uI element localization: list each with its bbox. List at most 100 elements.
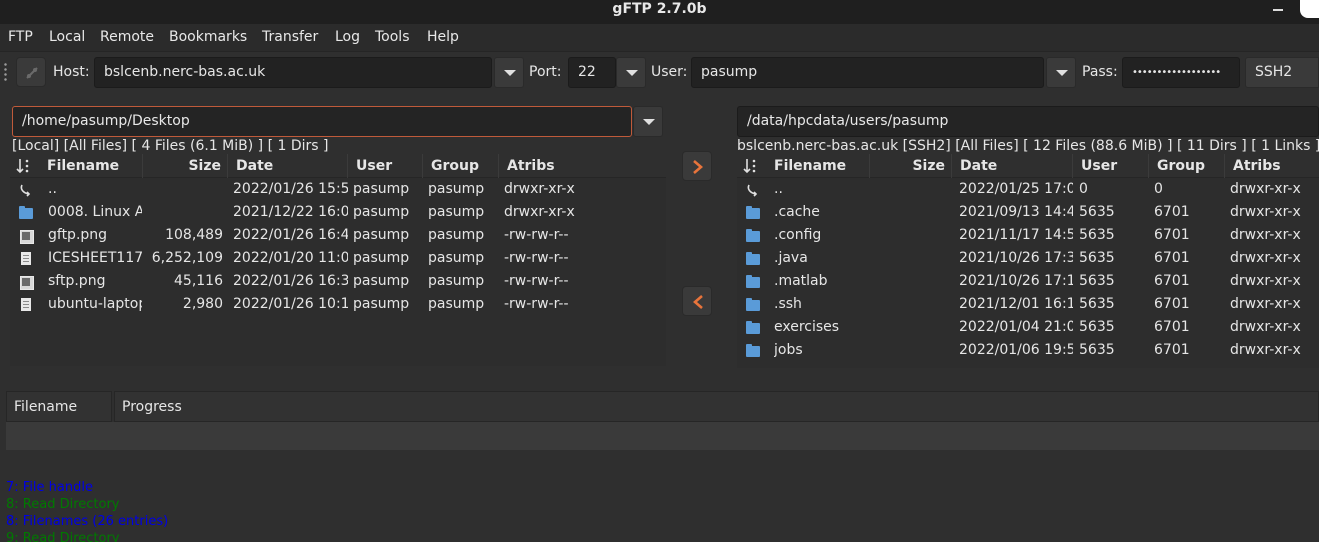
remote-cell-user: 5635 — [1079, 342, 1115, 358]
local-cell-date: 2022/01/26 10:13 — [233, 296, 348, 312]
menu-transfer[interactable]: Transfer — [262, 29, 318, 45]
remote-cell-date: 2021/09/13 14:42 — [959, 204, 1073, 220]
toolbar-grip-icon[interactable] — [4, 62, 7, 82]
remote-cell-attribs: drwxr-xr-x — [1230, 204, 1301, 220]
remote-path-input[interactable]: /data/hpcdata/users/pasump — [737, 106, 1319, 137]
local-col-size[interactable]: Size — [143, 154, 228, 178]
close-button[interactable] — [1300, 0, 1319, 18]
remote-col-group[interactable]: Group — [1149, 154, 1225, 178]
remote-file-row[interactable]: .matlab 2021/10/26 17:18 5635 6701 drwxr-xr-… — [737, 270, 1319, 293]
host-input[interactable]: bslcenb.nerc-bas.ac.uk — [94, 57, 492, 88]
queue-col-filename[interactable]: Filename — [6, 391, 112, 422]
local-cell-date: 2022/01/26 16:37 — [233, 273, 348, 289]
sort-icon[interactable] — [16, 157, 34, 175]
menu-help[interactable]: Help — [427, 29, 459, 45]
remote-cell-size — [870, 339, 946, 362]
local-status: [Local] [All Files] [ 4 Files (6.1 MiB) … — [12, 138, 329, 154]
host-label: Host: — [53, 64, 90, 80]
remote-file-list[interactable]: Filename Size Date User Group Atribs .. 2… — [737, 154, 1319, 368]
queue-col-progress[interactable]: Progress — [114, 391, 1319, 422]
remote-list-body: .. 2022/01/25 17:08 0 0 drwxr-xr-x .cache 2021… — [737, 178, 1319, 362]
local-cell-size: 45,116 — [174, 273, 223, 289]
local-col-attribs[interactable]: Atribs — [499, 154, 666, 178]
connect-button[interactable] — [16, 57, 46, 87]
password-input[interactable]: •••••••••••••••••• — [1122, 57, 1240, 88]
remote-cell-user: 5635 — [1079, 204, 1115, 220]
local-file-list[interactable]: Filename Size Date User Group Atribs .. 2… — [10, 154, 666, 366]
folder-icon — [745, 205, 761, 220]
remote-col-attribs[interactable]: Atribs — [1225, 154, 1319, 178]
folder-icon — [18, 205, 34, 220]
local-cell-attribs: -rw-rw-r-- — [504, 227, 569, 243]
local-cell-attribs: drwxr-xr-x — [504, 204, 575, 220]
local-cell-date: 2022/01/26 16:42 — [233, 227, 348, 243]
remote-col-user[interactable]: User — [1073, 154, 1149, 178]
user-history-dropdown[interactable] — [1046, 57, 1076, 88]
log-line: 9: Read Directory — [6, 531, 120, 542]
menu-local[interactable]: Local — [49, 29, 85, 45]
local-cell-group: pasump — [428, 296, 485, 312]
local-cell-name: ICESHEET117_ — [48, 250, 142, 266]
remote-cell-attribs: drwxr-xr-x — [1230, 181, 1301, 197]
local-file-row[interactable]: .. 2022/01/26 15:56 pasump pasump drwxr-xr-x — [10, 178, 666, 201]
remote-cell-user: 5635 — [1079, 227, 1115, 243]
local-path-dropdown[interactable] — [633, 106, 663, 137]
remote-file-row[interactable]: .config 2021/11/17 14:58 5635 6701 drwxr-xr-… — [737, 224, 1319, 247]
download-button[interactable] — [682, 286, 712, 316]
local-cell-size: 108,489 — [165, 227, 223, 243]
remote-cell-size — [870, 316, 946, 339]
local-col-group[interactable]: Group — [423, 154, 499, 178]
remote-cell-name: .ssh — [774, 296, 802, 312]
protocol-select[interactable]: SSH2 — [1245, 57, 1319, 88]
remote-file-row[interactable]: .cache 2021/09/13 14:42 5635 6701 drwxr-xr-x — [737, 201, 1319, 224]
log-line: 8: Read Directory — [6, 497, 120, 512]
window-title: gFTP 2.7.0b — [612, 1, 707, 17]
remote-col-size[interactable]: Size — [870, 154, 952, 178]
remote-cell-name: jobs — [774, 342, 803, 358]
port-history-dropdown[interactable] — [616, 57, 646, 88]
local-cell-size: 6,252,109 — [151, 250, 223, 266]
local-cell-date: 2021/12/22 16:03 — [233, 204, 348, 220]
remote-cell-user: 5635 — [1079, 250, 1115, 266]
remote-cell-size — [870, 293, 946, 316]
local-file-row[interactable]: gftp.png 108,489 2022/01/26 16:42 pasump pas… — [10, 224, 666, 247]
menu-remote[interactable]: Remote — [100, 29, 154, 45]
local-list-body: .. 2022/01/26 15:56 pasump pasump drwxr-xr-x… — [10, 178, 666, 316]
local-cell-size: 2,980 — [182, 296, 223, 312]
local-cell-name: sftp.png — [48, 273, 106, 289]
local-file-row[interactable]: ICESHEET117_ 6,252,109 2022/01/20 11:06 pas… — [10, 247, 666, 270]
user-input[interactable]: pasump — [691, 57, 1044, 88]
remote-file-row[interactable]: .. 2022/01/25 17:08 0 0 drwxr-xr-x — [737, 178, 1319, 201]
host-history-dropdown[interactable] — [494, 57, 524, 88]
remote-file-row[interactable]: .java 2021/10/26 17:31 5635 6701 drwxr-xr-x — [737, 247, 1319, 270]
remote-cell-attribs: drwxr-xr-x — [1230, 319, 1301, 335]
local-file-row[interactable]: sftp.png 45,116 2022/01/26 16:37 pasump pasu… — [10, 270, 666, 293]
sort-icon[interactable] — [743, 157, 761, 175]
local-col-user[interactable]: User — [348, 154, 423, 178]
menu-tools[interactable]: Tools — [375, 29, 410, 45]
local-path-input[interactable]: /home/pasump/Desktop — [12, 106, 632, 137]
remote-file-row[interactable]: jobs 2022/01/06 19:55 5635 6701 drwxr-xr-x — [737, 339, 1319, 362]
minimize-button[interactable] — [1268, 0, 1288, 18]
local-cell-date: 2022/01/20 11:06 — [233, 250, 348, 266]
local-col-date[interactable]: Date — [228, 154, 348, 178]
port-input[interactable]: 22 — [568, 57, 616, 88]
remote-col-date[interactable]: Date — [952, 154, 1073, 178]
remote-cell-group: 6701 — [1154, 296, 1190, 312]
local-cell-attribs: -rw-rw-r-- — [504, 273, 569, 289]
log-panel[interactable]: 7: File handle 8: Read Directory 8: File… — [0, 479, 1319, 542]
local-file-row[interactable]: ubuntu-laptop 2,980 2022/01/26 10:13 pasump… — [10, 293, 666, 316]
menu-log[interactable]: Log — [335, 29, 360, 45]
menu-ftp[interactable]: FTP — [8, 29, 33, 45]
local-cell-user: pasump — [353, 227, 410, 243]
remote-file-row[interactable]: .ssh 2021/12/01 16:13 5635 6701 drwxr-xr-x — [737, 293, 1319, 316]
queue-list[interactable] — [6, 422, 1319, 450]
upload-button[interactable] — [682, 151, 712, 181]
remote-cell-date: 2021/11/17 14:58 — [959, 227, 1073, 243]
local-file-row[interactable]: 0008. Linux AD 2021/12/22 16:03 pasump pasu… — [10, 201, 666, 224]
remote-file-row[interactable]: exercises 2022/01/04 21:09 5635 6701 drwxr-x… — [737, 316, 1319, 339]
remote-cell-user: 0 — [1079, 181, 1088, 197]
menu-bookmarks[interactable]: Bookmarks — [169, 29, 247, 45]
remote-cell-name: .matlab — [774, 273, 828, 289]
local-cell-attribs: -rw-rw-r-- — [504, 250, 569, 266]
